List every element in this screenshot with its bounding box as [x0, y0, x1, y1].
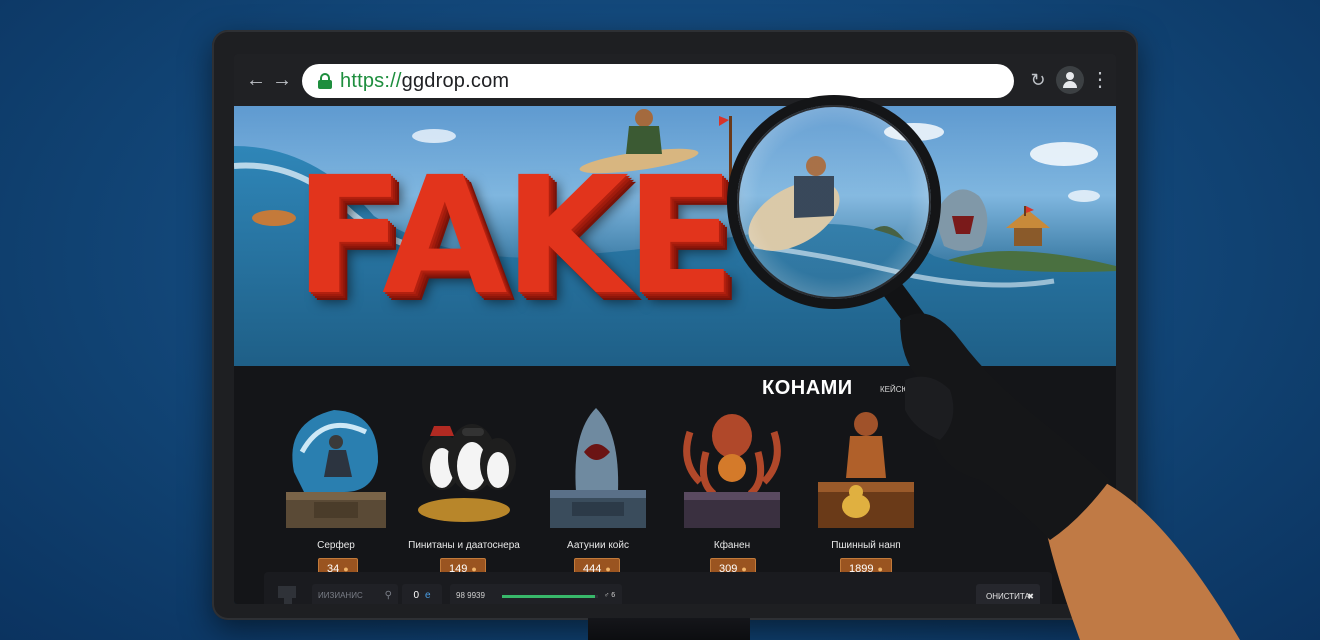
case-card[interactable]: Серфер 34 ● — [274, 402, 398, 582]
forward-button[interactable]: → — [270, 68, 294, 92]
url-host: ggdrop.com — [401, 69, 510, 92]
reload-icon: ↻ — [1030, 70, 1046, 90]
progress-fill — [502, 595, 596, 598]
monitor-stand — [588, 618, 750, 640]
case-image — [286, 410, 386, 528]
section-title: КОНАМИ — [762, 377, 853, 399]
case-card[interactable]: Кфанен 309 ● — [670, 402, 794, 582]
case-image — [418, 424, 516, 522]
balance: 0e — [402, 584, 442, 604]
more-vert-icon[interactable]: ⋮ — [1088, 68, 1112, 92]
website-page: FAKE КОНАМИ КЕЙСЮ Серфер 34 ● Пинитаны и… — [234, 106, 1116, 604]
search-input[interactable]: ИИЗИАНИС ⚲ — [312, 584, 398, 604]
bottom-bar: ИИЗИАНИС ⚲ 0e 98 9939 ♂ 6 ОНИСТИТА ✖ — [264, 572, 1052, 604]
progress-suffix: ♂ 6 — [604, 592, 616, 599]
action-button[interactable]: ОНИСТИТА ✖ — [976, 584, 1040, 604]
progress-label: 98 9939 — [456, 591, 485, 600]
url-protocol: https:// — [340, 69, 402, 92]
address-bar[interactable]: https://ggdrop.com — [302, 64, 1014, 98]
case-image — [550, 408, 646, 528]
fake-stamp: FAKE — [294, 143, 736, 331]
screen: ← → https://ggdrop.com ↻ ⋮ FAKE КОНАМИ К… — [234, 54, 1116, 604]
balance-value: 0 — [413, 590, 419, 601]
gun-icon — [276, 584, 300, 604]
progress-track — [502, 595, 598, 598]
section-subtitle: КЕЙСЮ — [880, 385, 910, 394]
profile-icon[interactable] — [1056, 66, 1084, 94]
balance-currency: e — [425, 590, 431, 601]
case-image — [683, 414, 781, 528]
progress-widget: 98 9939 ♂ 6 — [450, 584, 622, 604]
reload-button[interactable]: ↻ — [1026, 68, 1050, 92]
lock-icon — [318, 73, 332, 89]
arrow-left-icon: ← — [246, 69, 266, 91]
case-card[interactable]: Пинитаны и даатоснера 149 ● — [402, 402, 526, 582]
case-list: Серфер 34 ● Пинитаны и даатоснера 149 ● … — [274, 402, 914, 592]
case-image — [818, 412, 914, 528]
case-name: Пшинный нанп — [831, 540, 901, 551]
monitor: ← → https://ggdrop.com ↻ ⋮ FAKE КОНАМИ К… — [212, 30, 1138, 620]
search-placeholder: ИИЗИАНИС — [318, 591, 363, 600]
back-button[interactable]: ← — [244, 68, 268, 92]
search-icon: ⚲ — [384, 590, 392, 601]
case-card[interactable]: Аатунии койс 444 ● — [536, 402, 660, 582]
arrow-right-icon: → — [272, 69, 292, 91]
browser-toolbar: ← → https://ggdrop.com ↻ ⋮ — [234, 54, 1116, 106]
action-button-label: ОНИСТИТА — [986, 592, 1030, 601]
url-text: https://ggdrop.com — [340, 70, 509, 93]
shuffle-icon: ✖ — [1027, 592, 1034, 601]
case-card[interactable]: Пшинный нанп 1899 ● — [804, 402, 928, 582]
